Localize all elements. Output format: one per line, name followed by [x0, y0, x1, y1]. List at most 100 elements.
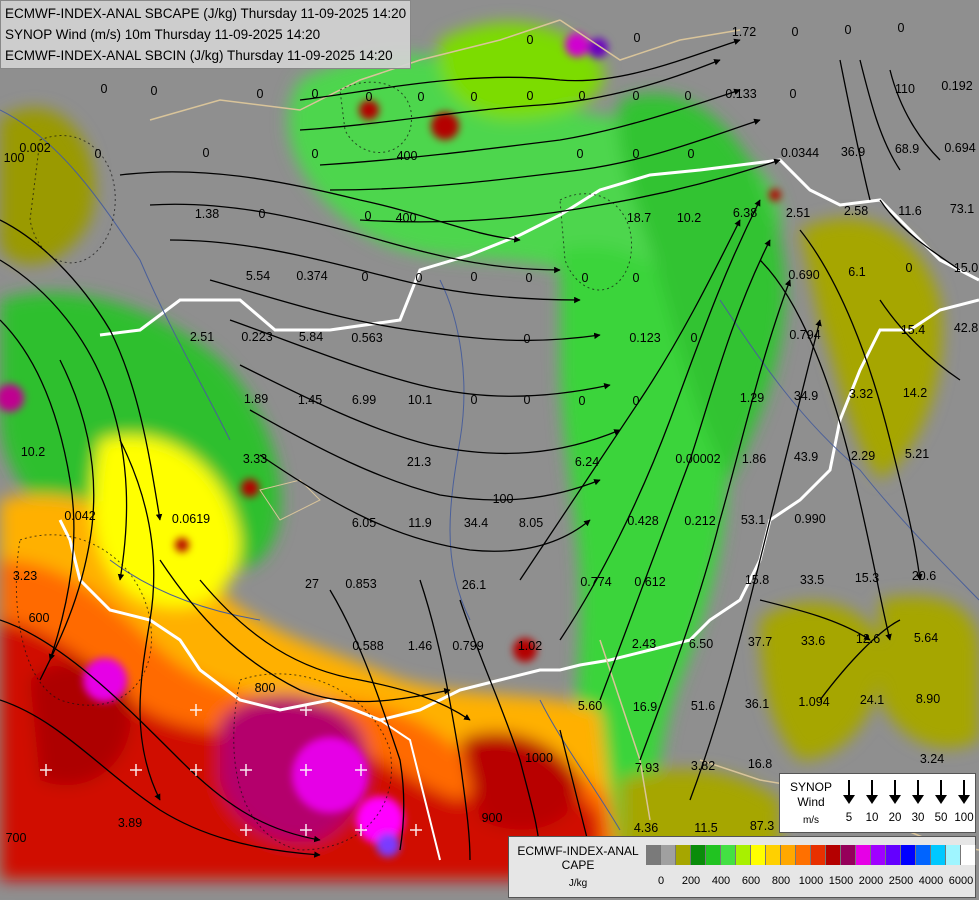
map-value-label: 0	[418, 90, 425, 104]
map-value-label: 0	[898, 21, 905, 35]
map-value-label: 3.82	[691, 759, 715, 773]
wind-legend-value: 100	[954, 812, 974, 824]
map-value-label: 6.38	[733, 206, 757, 220]
map-value-label: 0.212	[684, 514, 715, 528]
cape-color-swatch	[811, 845, 826, 865]
map-value-label: 0	[577, 147, 584, 161]
cape-legend-tick: 4000	[918, 875, 944, 887]
map-value-label: 0.853	[345, 577, 376, 591]
cape-color-swatch	[706, 845, 721, 865]
map-value-label: 20.6	[912, 569, 936, 583]
map-value-label: 4.36	[634, 821, 658, 835]
map-value-label: 0	[312, 87, 319, 101]
cape-color-swatch	[736, 845, 751, 865]
map-value-label: 11.9	[408, 516, 431, 530]
map-value-label: 6.05	[352, 516, 376, 530]
map-value-label: 110	[895, 82, 915, 96]
map-value-label: 1.38	[195, 207, 219, 221]
map-value-label: 14.2	[903, 386, 927, 400]
map-value-label: 400	[396, 211, 417, 225]
map-value-label: 2.51	[190, 330, 214, 344]
map-value-label: 0	[579, 89, 586, 103]
map-value-label: 0.133	[725, 87, 756, 101]
map-value-label: 0	[527, 33, 534, 47]
map-value-label: 11.5	[694, 821, 717, 835]
map-value-label: 0	[691, 331, 698, 345]
map-value-label: 0.0344	[781, 146, 819, 160]
cape-color-swatch	[796, 845, 811, 865]
map-value-label: 800	[255, 681, 276, 695]
map-value-label: 15.3	[855, 571, 879, 585]
wind-legend-value: 5	[845, 812, 853, 824]
map-value-label: 3.23	[13, 569, 37, 583]
map-value-label: 5.21	[905, 447, 929, 461]
map-value-label: 2.29	[851, 449, 875, 463]
map-value-label: 0	[471, 393, 478, 407]
map-value-label: 1.89	[244, 392, 268, 406]
map-value-label: 37.7	[748, 635, 772, 649]
cape-color-swatch	[691, 845, 706, 865]
map-value-label: 5.60	[578, 699, 602, 713]
map-value-label: 0.428	[627, 514, 658, 528]
cape-color-swatch	[916, 845, 931, 865]
map-value-label: 43.9	[794, 450, 818, 464]
map-value-label: 0.374	[296, 269, 327, 283]
wind-legend-value: 30	[911, 812, 925, 824]
map-value-label: 0	[524, 332, 531, 346]
map-value-label: 0	[579, 394, 586, 408]
map-value-label: 0.0619	[172, 512, 210, 526]
map-value-label: 11.6	[898, 204, 921, 218]
map-value-label: 36.9	[841, 145, 865, 159]
map-value-label: 0	[524, 393, 531, 407]
map-value-label: 3.32	[849, 387, 873, 401]
map-value-label: 15.0	[954, 261, 978, 275]
map-value-label: 0.990	[794, 512, 825, 526]
map-value-label: 0.223	[241, 330, 272, 344]
map-value-label: 400	[397, 149, 418, 163]
map-value-label: 0	[312, 147, 319, 161]
map-value-label: 0	[526, 271, 533, 285]
map-value-label: 1.45	[298, 393, 322, 407]
cape-legend-tick: 2500	[888, 875, 914, 887]
cape-legend-tick: 600	[741, 875, 761, 887]
map-value-label: 1.72	[732, 25, 756, 39]
map-value-label: 0	[634, 31, 641, 45]
wind-arrow-icon	[909, 778, 927, 811]
map-value-label: 16.9	[633, 700, 657, 714]
cape-legend-tick: 200	[681, 875, 701, 887]
map-value-label: 0	[792, 25, 799, 39]
map-value-label: 12.6	[856, 632, 880, 646]
map-value-label: 0	[471, 90, 478, 104]
map-value-label: 24.1	[860, 693, 884, 707]
map-value-label: 0	[416, 271, 423, 285]
map-value-label: 0	[527, 89, 534, 103]
cape-color-swatch	[661, 845, 676, 865]
map-value-label: 1.02	[518, 639, 542, 653]
map-value-label: 0.694	[944, 141, 975, 155]
map-value-label: 0	[633, 271, 640, 285]
map-value-label: 3.33	[243, 452, 267, 466]
map-value-label: 5.84	[299, 330, 323, 344]
cape-color-swatch	[871, 845, 886, 865]
map-value-label: 0	[906, 261, 913, 275]
map-value-label: 34.9	[794, 389, 818, 403]
wind-legend-unit: m/s	[802, 815, 820, 826]
map-value-label: 1.86	[742, 452, 766, 466]
map-value-label: 36.1	[745, 697, 769, 711]
title-cape: ECMWF-INDEX-ANAL SBCAPE (J/kg) Thursday …	[5, 6, 407, 21]
map-value-label: 51.6	[691, 699, 715, 713]
cape-color-swatch	[886, 845, 901, 865]
wind-arrow-icon	[863, 778, 881, 811]
wind-legend: SYNOP Wind m/s 5 10 20 30 50 100	[779, 773, 976, 833]
map-value-label: 42.8	[954, 321, 978, 335]
map-value-label: 27	[305, 577, 319, 591]
map-value-label: 6.99	[352, 393, 376, 407]
cape-color-swatch	[931, 845, 946, 865]
map-value-label: 0	[688, 147, 695, 161]
map-value-label: 0	[365, 209, 372, 223]
map-value-label: 10.1	[408, 393, 432, 407]
wind-legend-value: 50	[934, 812, 948, 824]
map-value-label: 0	[790, 87, 797, 101]
map-value-label: 6.24	[575, 455, 599, 469]
map-value-label: 0.00002	[675, 452, 720, 466]
